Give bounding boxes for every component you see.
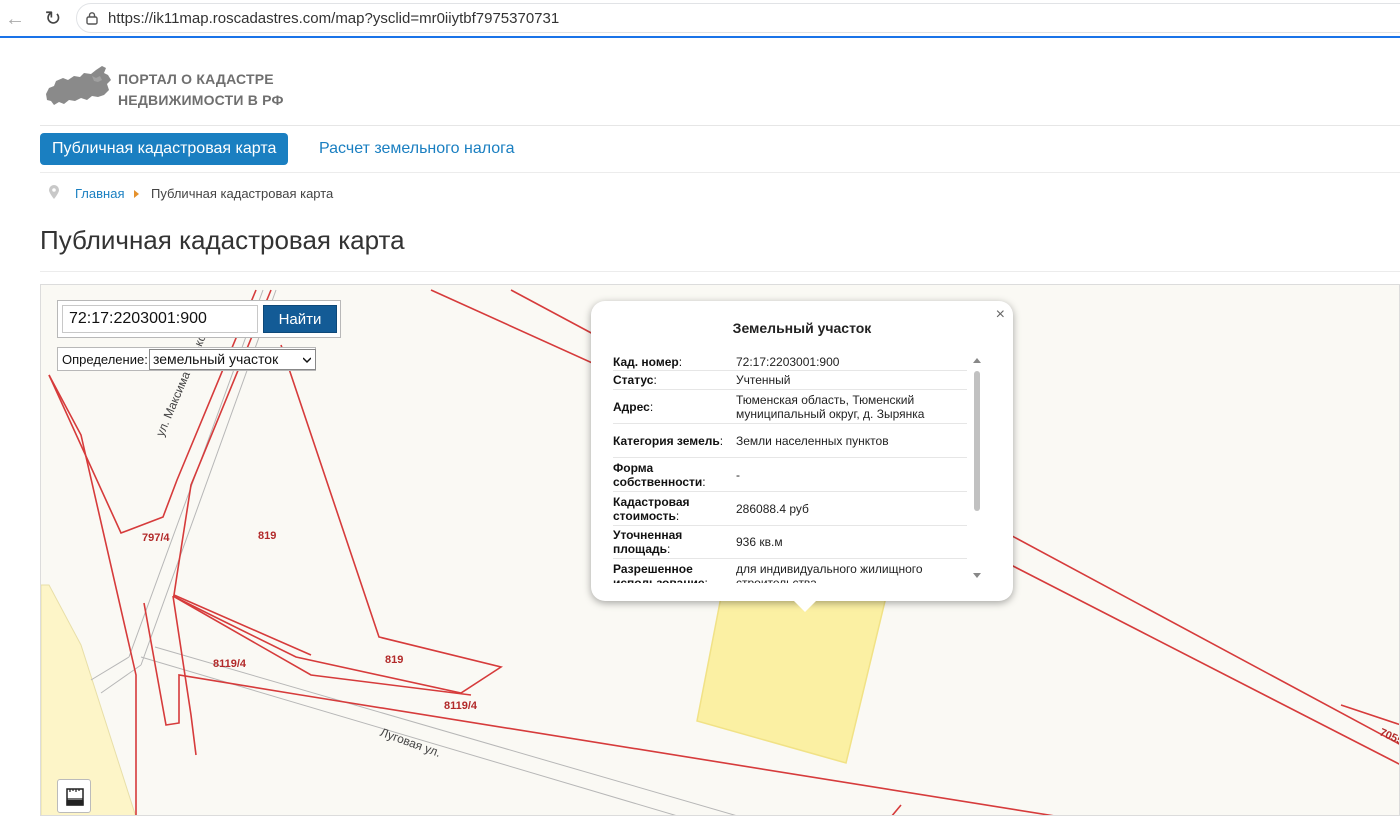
prop-row-status: Статус: Учтенный	[613, 371, 967, 390]
parcel-label-8119-4-b: 8119/4	[444, 700, 478, 712]
prop-key: Категория земель	[613, 433, 720, 448]
popup-pointer	[792, 599, 818, 612]
prop-key: Кад. номер	[613, 354, 679, 369]
cadastral-number-input[interactable]	[62, 305, 258, 333]
prop-value: 72:17:2203001:900	[736, 354, 840, 369]
prop-key: Разрешенное использование	[613, 561, 705, 584]
popup-properties[interactable]: Кад. номер: 72:17:2203001:900 Статус: Уч…	[613, 353, 967, 583]
prop-key: Уточненная площадь	[613, 528, 683, 556]
find-button[interactable]: Найти	[263, 305, 337, 333]
ruler-icon	[66, 788, 84, 806]
parcel-label-797-4: 797/4	[142, 532, 170, 544]
scroll-down-icon[interactable]	[973, 573, 981, 578]
reload-icon[interactable]: ↻	[40, 6, 66, 32]
breadcrumb-current: Публичная кадастровая карта	[151, 186, 334, 201]
lock-icon	[86, 12, 98, 25]
prop-row-land-category: Категория земель: Земли населенных пункт…	[613, 424, 967, 458]
definition-selected-value: земельный участок	[153, 351, 279, 367]
popup-scrollbar[interactable]	[972, 355, 982, 581]
prop-value: Учтенный	[736, 373, 791, 387]
browser-toolbar: ← ↻ https://ik11map.roscadastres.com/map…	[0, 0, 1400, 38]
parcel-label-819-b: 819	[385, 654, 404, 666]
logo-text[interactable]: ПОРТАЛ О КАДАСТРЕ НЕДВИЖИМОСТИ В РФ	[118, 69, 284, 111]
prop-key: Форма собственности	[613, 460, 703, 489]
selected-parcel-highlight	[696, 596, 887, 764]
definition-label: Определение:	[62, 352, 148, 367]
prop-value: для индивидуального жилищного строительс…	[736, 561, 923, 584]
chevron-down-icon	[303, 357, 311, 364]
prop-key: Адрес	[613, 399, 650, 414]
prop-value: Земли населенных пунктов	[736, 433, 889, 448]
prop-row-area: Уточненная площадь: 936 кв.м	[613, 526, 967, 559]
scroll-thumb[interactable]	[974, 371, 980, 511]
measure-button[interactable]	[57, 779, 91, 813]
prop-value: 936 кв.м	[736, 535, 783, 549]
prop-row-permitted-use: Разрешенное использование: для индивидуа…	[613, 559, 967, 584]
nav-divider	[40, 172, 1400, 173]
cadastral-map[interactable]: 797/4 819 819 8119/4 8119/4 7055 ул. Мак…	[40, 284, 1400, 816]
prop-value: -	[736, 467, 740, 482]
prop-key: Статус	[613, 373, 654, 387]
definition-panel: Определение: земельный участок	[57, 347, 316, 371]
parcel-label-8119-4-a: 8119/4	[213, 658, 247, 670]
prop-value: Тюменская область, Тюменский муниципальн…	[736, 392, 925, 421]
search-panel: Найти	[57, 300, 341, 338]
road-lugovaya	[90, 646, 736, 815]
scroll-up-icon[interactable]	[973, 358, 981, 363]
breadcrumb-home-link[interactable]: Главная	[75, 186, 124, 201]
breadcrumb-separator-icon	[134, 190, 139, 198]
popup-title: Земельный участок	[732, 320, 872, 336]
definition-select[interactable]: земельный участок	[149, 349, 316, 370]
parcel-label-819-a: 819	[258, 530, 277, 542]
nav-public-cadastral-map[interactable]: Публичная кадастровая карта	[40, 133, 289, 165]
nav-land-tax-calculation[interactable]: Расчет земельного налога	[319, 133, 515, 165]
prop-value: 286088.4 руб	[736, 501, 809, 516]
parcel-info-popup: × Земельный участок Кад. номер: 72:17:22…	[591, 301, 1013, 612]
address-bar[interactable]: https://ik11map.roscadastres.com/map?ysc…	[76, 3, 1400, 33]
title-divider	[40, 271, 1400, 272]
header-divider	[40, 125, 1400, 126]
logo-line-1: ПОРТАЛ О КАДАСТРЕ	[118, 71, 274, 87]
russia-map-logo-icon[interactable]	[44, 64, 114, 110]
prop-row-ownership: Форма собственности: -	[613, 458, 967, 492]
location-pin-icon	[49, 185, 59, 199]
prop-row-cad-number: Кад. номер: 72:17:2203001:900	[613, 353, 967, 371]
url-text: https://ik11map.roscadastres.com/map?ysc…	[108, 10, 560, 27]
prop-row-cadastral-value: Кадастровая стоимость: 286088.4 руб	[613, 492, 967, 526]
prop-row-address: Адрес: Тюменская область, Тюменский муни…	[613, 390, 967, 424]
back-arrow-icon[interactable]: ←	[2, 6, 28, 32]
page-title: Публичная кадастровая карта	[40, 225, 405, 255]
logo-line-2: НЕДВИЖИМОСТИ В РФ	[118, 92, 284, 108]
